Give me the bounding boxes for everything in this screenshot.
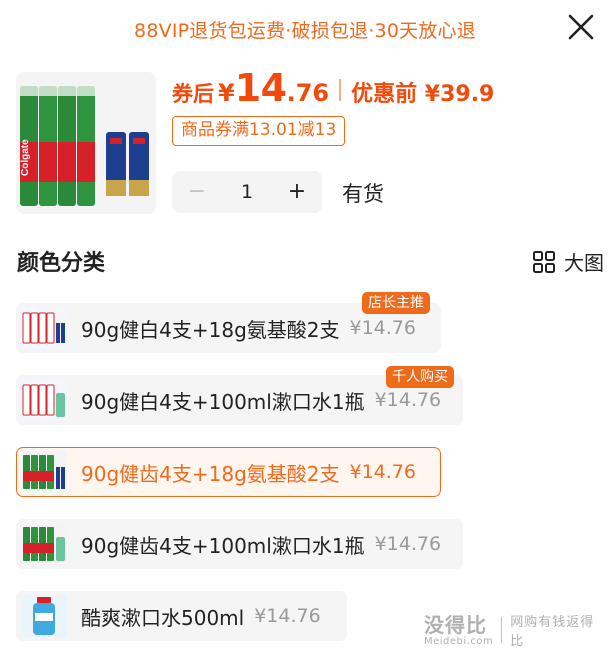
- sku-option-image: [21, 379, 67, 421]
- sku-option-price: ¥14.76: [254, 605, 321, 627]
- sku-option-selected[interactable]: 90g健齿4支+18g氨基酸2支 ¥14.76: [16, 447, 441, 497]
- sku-option-price: ¥14.76: [349, 461, 416, 483]
- toothpaste-product-image: Colgate: [16, 72, 156, 214]
- quantity-value[interactable]: 1: [222, 181, 272, 203]
- sku-option[interactable]: 90g健齿4支+100ml漱口水1瓶 ¥14.76: [16, 519, 463, 569]
- toothpaste-green-mouthwash-image: [21, 523, 67, 565]
- decrease-quantity-button[interactable]: −: [172, 171, 222, 213]
- option-badge: 店长主推: [362, 292, 430, 314]
- watermark-slogan: 网购有钱返得比: [510, 615, 595, 649]
- price-divider: [339, 79, 342, 101]
- product-thumbnail[interactable]: Colgate: [16, 72, 156, 214]
- sku-option-price: ¥14.76: [349, 317, 416, 339]
- toothpaste-green-set-image: [21, 451, 67, 493]
- sku-option-price: ¥14.76: [374, 533, 442, 555]
- sku-option-name: 90g健齿4支+100ml漱口水1瓶: [81, 533, 365, 558]
- sku-option-name: 90g健白4支+18g氨基酸2支: [81, 317, 340, 342]
- sku-option-name: 酷爽漱口水500ml: [81, 605, 245, 630]
- sku-option-image: [21, 595, 67, 637]
- sku-option-image: [21, 523, 67, 565]
- site-watermark: 没得比 Meidebi.com 网购有钱返得比: [424, 606, 608, 654]
- mouthwash-bottle-image: [21, 595, 67, 637]
- watermark-sub: Meidebi.com: [424, 635, 494, 647]
- stock-status: 有货: [342, 182, 384, 206]
- price-decimal: .76: [286, 79, 330, 107]
- price-after-label: 券后: [172, 82, 214, 106]
- quantity-stepper: − 1 +: [172, 171, 322, 213]
- sku-option-name: 90g健白4支+100ml漱口水1瓶: [81, 389, 365, 414]
- toothpaste-mouthwash-image: [21, 379, 67, 421]
- section-title: 颜色分类: [17, 251, 106, 276]
- watermark-main: 没得比: [424, 612, 487, 637]
- view-toggle-label: 大图: [564, 251, 604, 275]
- price-integer: 14: [234, 66, 287, 110]
- sku-option-image: [21, 451, 67, 493]
- price-row: 券后 ¥ 14 .76 优惠前 ¥39.9: [172, 66, 494, 114]
- sku-option-name: 90g健齿4支+18g氨基酸2支: [81, 461, 340, 486]
- grid-view-icon: [533, 250, 555, 273]
- option-badge: 千人购买: [386, 366, 454, 388]
- increase-quantity-button[interactable]: +: [272, 171, 322, 213]
- sku-selector-sheet: 88VIP退货包运费·破损包退·30天放心退 Colgate 券后 ¥ 14 .…: [0, 0, 610, 661]
- close-button[interactable]: [566, 12, 596, 42]
- large-image-view-toggle[interactable]: 大图: [532, 247, 604, 276]
- service-banner: 88VIP退货包运费·破损包退·30天放心退: [134, 20, 476, 42]
- price-currency: ¥: [218, 79, 235, 107]
- close-icon: [568, 14, 594, 40]
- sku-option-image: [21, 307, 67, 349]
- coupon-badge[interactable]: 商品券满13.01减13: [172, 116, 346, 146]
- brand-wordmark: Colgate: [20, 139, 31, 176]
- toothpaste-set-image: [21, 307, 67, 349]
- sku-option[interactable]: 酷爽漱口水500ml ¥14.76: [16, 591, 347, 641]
- price-before-discount: 优惠前 ¥39.9: [351, 82, 495, 107]
- watermark-divider: [501, 617, 503, 643]
- sku-option-price: ¥14.76: [374, 389, 442, 411]
